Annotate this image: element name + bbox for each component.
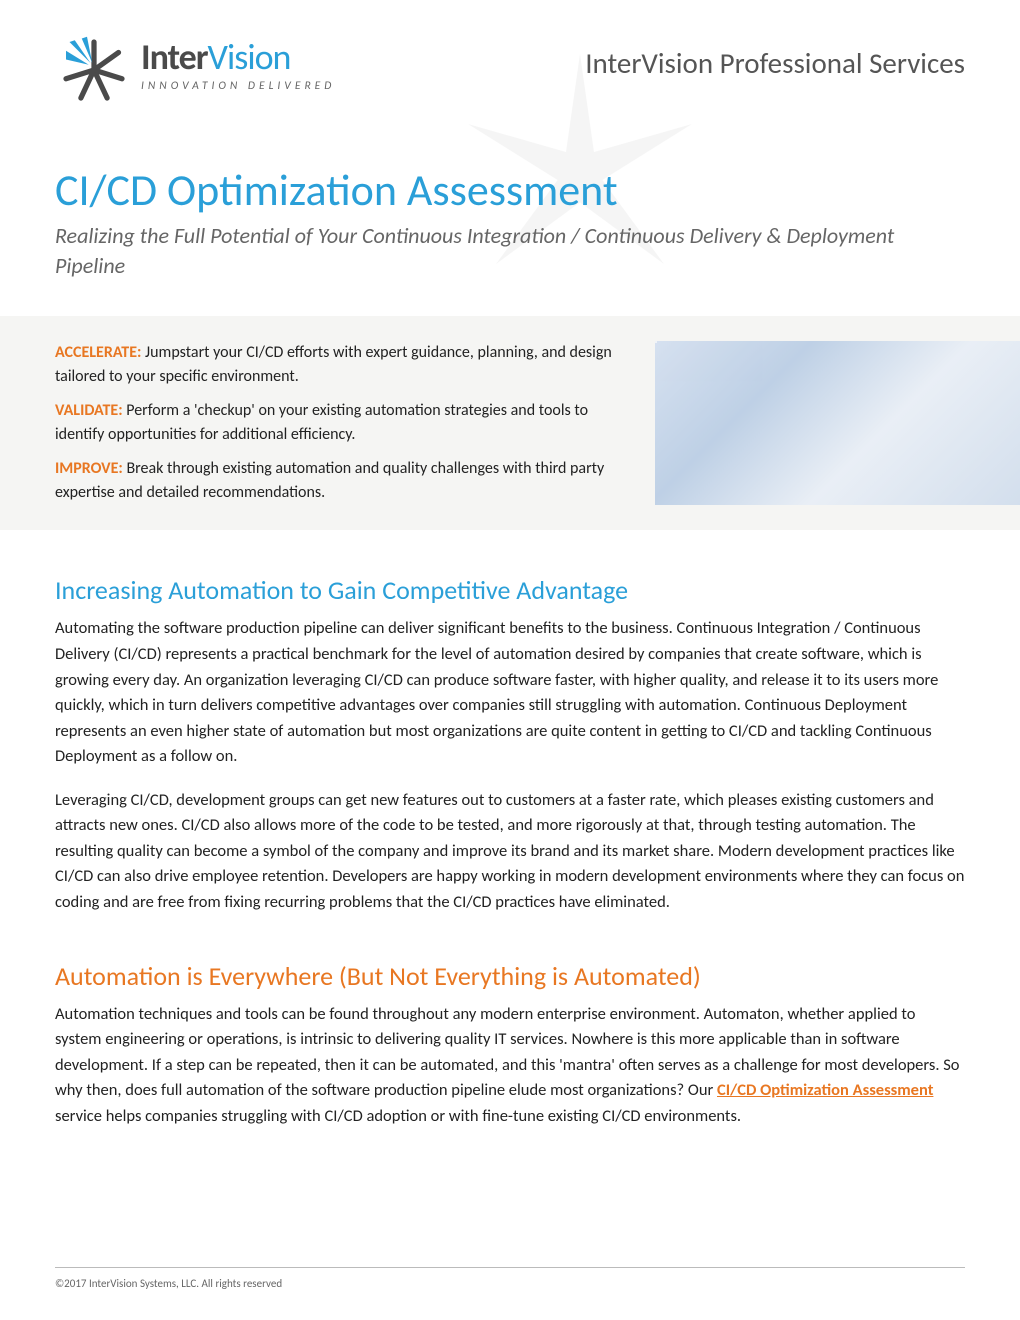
asterisk-icon: [55, 35, 133, 105]
highlight-improve: IMPROVE: Break through existing automati…: [55, 457, 625, 505]
tech-pattern-image: [655, 341, 1020, 505]
page-subtitle: Realizing the Full Potential of Your Con…: [55, 221, 965, 280]
logo: InterVision INNOVATION DELIVERED: [55, 35, 335, 105]
page-header: InterVision INNOVATION DELIVERED InterVi…: [55, 35, 965, 105]
logo-tagline: INNOVATION DELIVERED: [141, 79, 335, 93]
logo-name: InterVision: [141, 39, 335, 75]
header-subtitle: InterVision Professional Services: [585, 45, 965, 81]
highlight-accelerate: ACCELERATE: Jumpstart your CI/CD efforts…: [55, 341, 625, 389]
highlight-band: ACCELERATE: Jumpstart your CI/CD efforts…: [0, 316, 1020, 530]
section1-heading: Increasing Automation to Gain Competitiv…: [55, 574, 965, 606]
highlight-validate: VALIDATE: Perform a 'checkup' on your ex…: [55, 399, 625, 447]
page-title: CI/CD Optimization Assessment: [55, 163, 965, 217]
cicd-link[interactable]: CI/CD Optimization Assessment: [717, 1080, 933, 1100]
footer-divider: [55, 1267, 965, 1268]
section2-para1: Automation techniques and tools can be f…: [55, 1002, 965, 1130]
section1-para1: Automating the software production pipel…: [55, 616, 965, 769]
footer-copyright: ©2017 InterVision Systems, LLC. All righ…: [55, 1277, 282, 1290]
section1-para2: Leveraging CI/CD, development groups can…: [55, 788, 965, 916]
section2-heading: Automation is Everywhere (But Not Everyt…: [55, 960, 965, 992]
